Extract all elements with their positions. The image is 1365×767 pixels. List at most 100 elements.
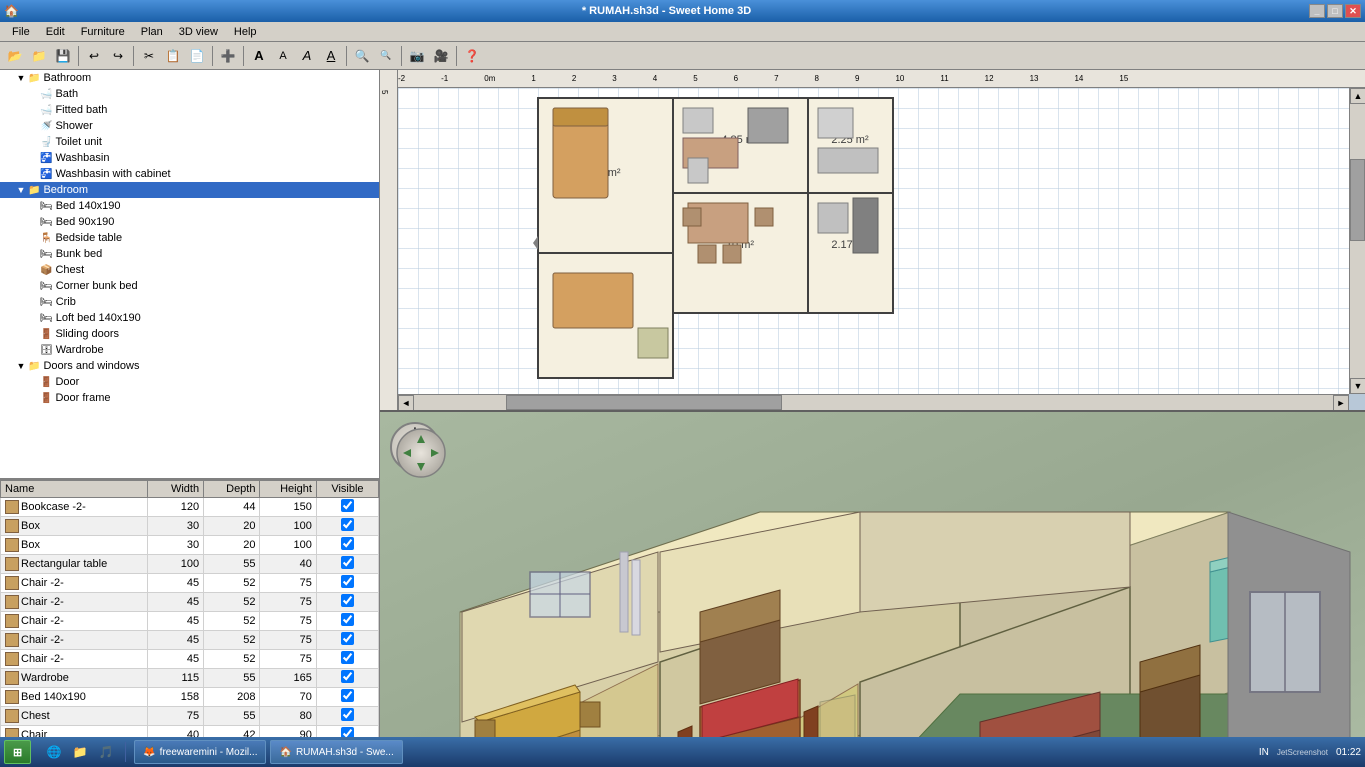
visible-checkbox[interactable] xyxy=(341,708,354,721)
tree-crib[interactable]: 🛏 Crib xyxy=(0,294,379,310)
tb-copy[interactable]: 📋 xyxy=(162,45,184,67)
tb-add-furniture[interactable]: ➕ xyxy=(217,45,239,67)
table-row[interactable]: Box3020100 xyxy=(1,536,379,555)
tb-open[interactable]: 📁 xyxy=(28,45,50,67)
tree-bath[interactable]: 🛁 Bath xyxy=(0,86,379,102)
menu-help[interactable]: Help xyxy=(226,24,265,40)
cell-visible[interactable] xyxy=(316,631,378,650)
tb-text4[interactable]: A xyxy=(320,45,342,67)
maximize-button[interactable]: □ xyxy=(1327,4,1343,18)
close-button[interactable]: ✕ xyxy=(1345,4,1361,18)
col-height[interactable]: Height xyxy=(260,481,316,498)
scroll-thumb-v[interactable] xyxy=(1350,159,1365,241)
tree-fitted-bath[interactable]: 🛁 Fitted bath xyxy=(0,102,379,118)
tb-redo[interactable]: ↪ xyxy=(107,45,129,67)
plan-hscroll[interactable]: ◄ ► xyxy=(398,394,1349,410)
tree-door-frame[interactable]: 🚪 Door frame xyxy=(0,390,379,406)
table-row[interactable]: Chair -2-455275 xyxy=(1,574,379,593)
start-button[interactable]: ⊞ xyxy=(4,740,31,764)
scroll-left-btn[interactable]: ◄ xyxy=(398,395,414,410)
tree-bunk-bed[interactable]: 🛏 Bunk bed xyxy=(0,246,379,262)
cell-visible[interactable] xyxy=(316,574,378,593)
navigation-control[interactable] xyxy=(395,427,447,479)
menu-edit[interactable]: Edit xyxy=(38,24,73,40)
tb-new[interactable]: 📂 xyxy=(4,45,26,67)
tree-corner-bunk[interactable]: 🛏 Corner bunk bed xyxy=(0,278,379,294)
visible-checkbox[interactable] xyxy=(341,575,354,588)
table-row[interactable]: Rectangular table1005540 xyxy=(1,555,379,574)
visible-checkbox[interactable] xyxy=(341,537,354,550)
tree-bed-140[interactable]: 🛏 Bed 140x190 xyxy=(0,198,379,214)
menu-plan[interactable]: Plan xyxy=(133,24,171,40)
scroll-down-btn[interactable]: ▼ xyxy=(1350,378,1365,394)
tree-bathroom[interactable]: ▼ 📁 Bathroom xyxy=(0,70,379,86)
table-row[interactable]: Chair -2-455275 xyxy=(1,612,379,631)
visible-checkbox[interactable] xyxy=(341,670,354,683)
cell-visible[interactable] xyxy=(316,650,378,669)
tree-door[interactable]: 🚪 Door xyxy=(0,374,379,390)
tb-zoom-in[interactable]: 🔍 xyxy=(351,45,373,67)
menu-furniture[interactable]: Furniture xyxy=(73,24,133,40)
cell-visible[interactable] xyxy=(316,498,378,517)
col-width[interactable]: Width xyxy=(147,481,203,498)
table-row[interactable]: Bookcase -2-12044150 xyxy=(1,498,379,517)
table-row[interactable]: Chair -2-455275 xyxy=(1,593,379,612)
cell-visible[interactable] xyxy=(316,517,378,536)
tree-wardrobe[interactable]: 🗄 Wardrobe xyxy=(0,342,379,358)
taskbar-sweethome[interactable]: 🏠 RUMAH.sh3d - Swe... xyxy=(270,740,402,764)
visible-checkbox[interactable] xyxy=(341,651,354,664)
menu-3dview[interactable]: 3D view xyxy=(171,24,226,40)
table-row[interactable]: Chair -2-455275 xyxy=(1,631,379,650)
tb-text2[interactable]: A xyxy=(272,45,294,67)
cell-visible[interactable] xyxy=(316,669,378,688)
taskbar-ie[interactable]: 🌐 xyxy=(43,741,65,763)
visible-checkbox[interactable] xyxy=(341,689,354,702)
taskbar-media[interactable]: 🎵 xyxy=(95,741,117,763)
tb-zoom-out[interactable]: 🔍 xyxy=(375,45,397,67)
tb-text1[interactable]: A xyxy=(248,45,270,67)
tree-toilet[interactable]: 🚽 Toilet unit xyxy=(0,134,379,150)
tree-doors-windows[interactable]: ▼ 📁 Doors and windows xyxy=(0,358,379,374)
table-row[interactable]: Bed 140x19015820870 xyxy=(1,688,379,707)
visible-checkbox[interactable] xyxy=(341,499,354,512)
table-row[interactable]: Wardrobe11555165 xyxy=(1,669,379,688)
minimize-button[interactable]: _ xyxy=(1309,4,1325,18)
col-depth[interactable]: Depth xyxy=(204,481,260,498)
tree-washbasin-cabinet[interactable]: 🚰 Washbasin with cabinet xyxy=(0,166,379,182)
taskbar-explorer[interactable]: 📁 xyxy=(69,741,91,763)
scroll-up-btn[interactable]: ▲ xyxy=(1350,88,1365,104)
col-visible[interactable]: Visible xyxy=(316,481,378,498)
cell-visible[interactable] xyxy=(316,612,378,631)
tree-loft-bed[interactable]: 🛏 Loft bed 140x190 xyxy=(0,310,379,326)
cell-visible[interactable] xyxy=(316,688,378,707)
table-row[interactable]: Chair -2-455275 xyxy=(1,650,379,669)
visible-checkbox[interactable] xyxy=(341,556,354,569)
tree-shower[interactable]: 🚿 Shower xyxy=(0,118,379,134)
table-row[interactable]: Box3020100 xyxy=(1,517,379,536)
tb-save[interactable]: 💾 xyxy=(52,45,74,67)
scroll-thumb-h[interactable] xyxy=(506,395,782,410)
cell-visible[interactable] xyxy=(316,593,378,612)
tb-cut[interactable]: ✂ xyxy=(138,45,160,67)
table-row[interactable]: Chest755580 xyxy=(1,707,379,726)
furniture-table-wrapper[interactable]: Name Width Depth Height Visible Bookcase… xyxy=(0,480,379,767)
menu-file[interactable]: File xyxy=(4,24,38,40)
expand-bathroom[interactable]: ▼ xyxy=(16,73,26,83)
tb-video[interactable]: 🎥 xyxy=(430,45,452,67)
plan-vscroll[interactable]: ▲ ▼ xyxy=(1349,88,1365,394)
tb-undo[interactable]: ↩ xyxy=(83,45,105,67)
furniture-tree[interactable]: ▼ 📁 Bathroom 🛁 Bath 🛁 Fitted bath 🚿 Show… xyxy=(0,70,379,480)
tree-chest[interactable]: 📦 Chest xyxy=(0,262,379,278)
visible-checkbox[interactable] xyxy=(341,632,354,645)
plan-view[interactable]: -2 -1 0m 1 2 3 4 5 6 7 8 9 10 11 12 13 1 xyxy=(380,70,1365,410)
tree-bedside-table[interactable]: 🪑 Bedside table xyxy=(0,230,379,246)
tb-help[interactable]: ❓ xyxy=(461,45,483,67)
scroll-right-btn[interactable]: ► xyxy=(1333,395,1349,410)
tb-photo[interactable]: 📷 xyxy=(406,45,428,67)
view-3d[interactable]: ✛ ▲ ▼ xyxy=(380,410,1365,767)
tb-paste[interactable]: 📄 xyxy=(186,45,208,67)
cell-visible[interactable] xyxy=(316,536,378,555)
tree-sliding-doors[interactable]: 🚪 Sliding doors xyxy=(0,326,379,342)
visible-checkbox[interactable] xyxy=(341,613,354,626)
taskbar-firefox[interactable]: 🦊 freewaremini - Mozil... xyxy=(134,740,266,764)
